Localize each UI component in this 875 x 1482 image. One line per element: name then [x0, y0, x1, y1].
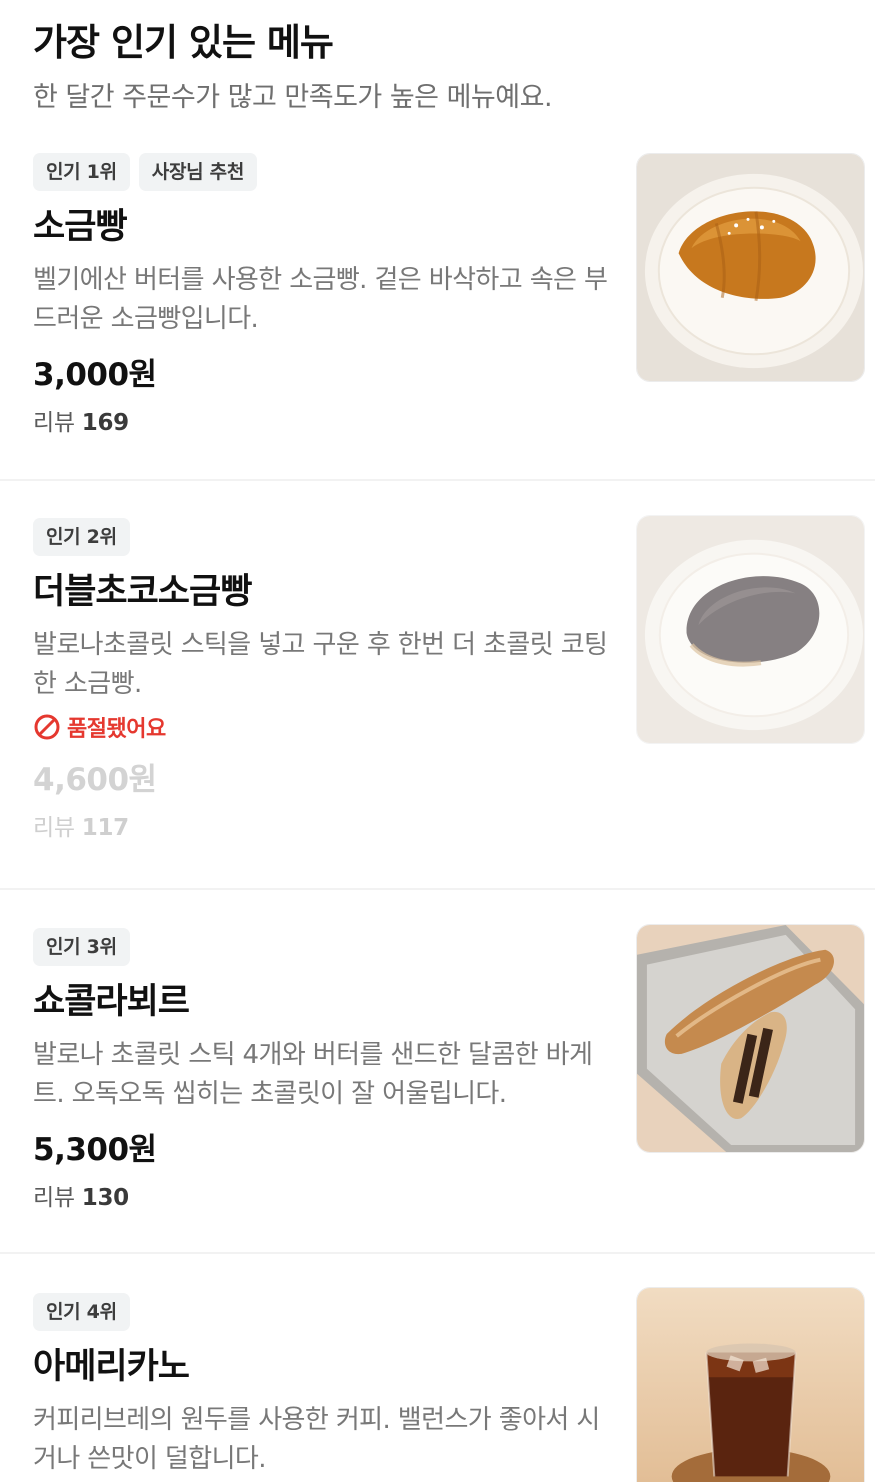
menu-item-chocolat-beurre[interactable]: 인기 3위 쇼콜라뵈르 발로나 초콜릿 스틱 4개와 버터를 샌드한 달콤한 바… — [0, 924, 875, 1228]
menu-item-name: 쇼콜라뵈르 — [33, 982, 190, 1022]
no-entry-icon — [34, 714, 60, 740]
review-summary: 리뷰 169 — [33, 407, 613, 439]
menu-item-info: 인기 1위 사장님 추천 소금빵 벨기에산 버터를 사용한 소금빵. 겉은 바삭… — [33, 153, 613, 439]
menu-item-price: 5,300원 — [33, 1132, 157, 1168]
divider — [0, 479, 875, 481]
divider — [0, 888, 875, 890]
rank-badge: 인기 2위 — [33, 518, 130, 556]
menu-item-description: 커피리브레의 원두를 사용한 커피. 밸런스가 좋아서 시거나 쓴맛이 덜합니다… — [33, 1405, 600, 1474]
sold-out-status: 품절됐어요 — [33, 710, 613, 744]
badge-row: 인기 3위 — [33, 928, 613, 966]
rank-badge: 인기 4위 — [33, 1293, 130, 1331]
menu-item-americano[interactable]: 인기 4위 아메리카노 커피리브레의 원두를 사용한 커피. 밸런스가 좋아서 … — [0, 1287, 875, 1482]
rank-badge: 인기 1위 — [33, 153, 130, 191]
menu-item-name: 더블초코소금빵 — [33, 572, 252, 612]
menu-item-salt-bread[interactable]: 인기 1위 사장님 추천 소금빵 벨기에산 버터를 사용한 소금빵. 겉은 바삭… — [0, 153, 875, 453]
menu-item-double-choco-salt-bread[interactable]: 인기 2위 더블초코소금빵 발로나초콜릿 스틱을 넣고 구운 후 한번 더 초콜… — [0, 515, 875, 858]
owner-recommend-badge: 사장님 추천 — [138, 153, 257, 191]
chocolat-beurre-baguette-photo[interactable] — [636, 924, 865, 1153]
sold-out-label: 품절됐어요 — [67, 717, 166, 742]
chocolate-salt-bread-photo[interactable] — [636, 515, 865, 744]
section-header: 가장 인기 있는 메뉴 한 달간 주문수가 많고 만족도가 높은 메뉴예요. — [33, 18, 833, 116]
iced-americano-photo[interactable] — [636, 1287, 865, 1482]
salt-bread-photo[interactable] — [636, 153, 865, 382]
badge-row: 인기 2위 — [33, 518, 613, 556]
badge-row: 인기 4위 — [33, 1293, 613, 1331]
menu-item-info: 인기 2위 더블초코소금빵 발로나초콜릿 스틱을 넣고 구운 후 한번 더 초콜… — [33, 518, 613, 844]
divider — [0, 1252, 875, 1254]
review-summary: 리뷰 130 — [33, 1182, 613, 1214]
popular-menu-page: 가장 인기 있는 메뉴 한 달간 주문수가 많고 만족도가 높은 메뉴예요. 인… — [0, 0, 875, 1482]
menu-item-description: 발로나 초콜릿 스틱 4개와 버터를 샌드한 달콤한 바게트. 오독오독 씹히는… — [33, 1040, 593, 1109]
review-label: 리뷰 — [33, 815, 75, 841]
menu-item-info: 인기 4위 아메리카노 커피리브레의 원두를 사용한 커피. 밸런스가 좋아서 … — [33, 1293, 613, 1479]
menu-item-name: 소금빵 — [33, 207, 128, 247]
review-count: 117 — [81, 815, 129, 841]
menu-item-price: 4,600원 — [33, 762, 157, 798]
review-label: 리뷰 — [33, 1185, 75, 1211]
rank-badge: 인기 3위 — [33, 928, 130, 966]
badge-row: 인기 1위 사장님 추천 — [33, 153, 613, 191]
review-count: 130 — [81, 1185, 129, 1211]
review-summary: 리뷰 117 — [33, 812, 613, 844]
menu-item-description: 벨기에산 버터를 사용한 소금빵. 겉은 바삭하고 속은 부드러운 소금빵입니다… — [33, 265, 608, 334]
review-count: 169 — [81, 410, 129, 436]
section-subtitle: 한 달간 주문수가 많고 만족도가 높은 메뉴예요. — [33, 82, 553, 113]
menu-item-name: 아메리카노 — [33, 1347, 190, 1387]
menu-item-info: 인기 3위 쇼콜라뵈르 발로나 초콜릿 스틱 4개와 버터를 샌드한 달콤한 바… — [33, 928, 613, 1214]
menu-item-price: 3,000원 — [33, 357, 157, 393]
review-label: 리뷰 — [33, 410, 75, 436]
section-title: 가장 인기 있는 메뉴 — [33, 21, 334, 64]
menu-item-description: 발로나초콜릿 스틱을 넣고 구운 후 한번 더 초콜릿 코팅한 소금빵. — [33, 630, 608, 699]
